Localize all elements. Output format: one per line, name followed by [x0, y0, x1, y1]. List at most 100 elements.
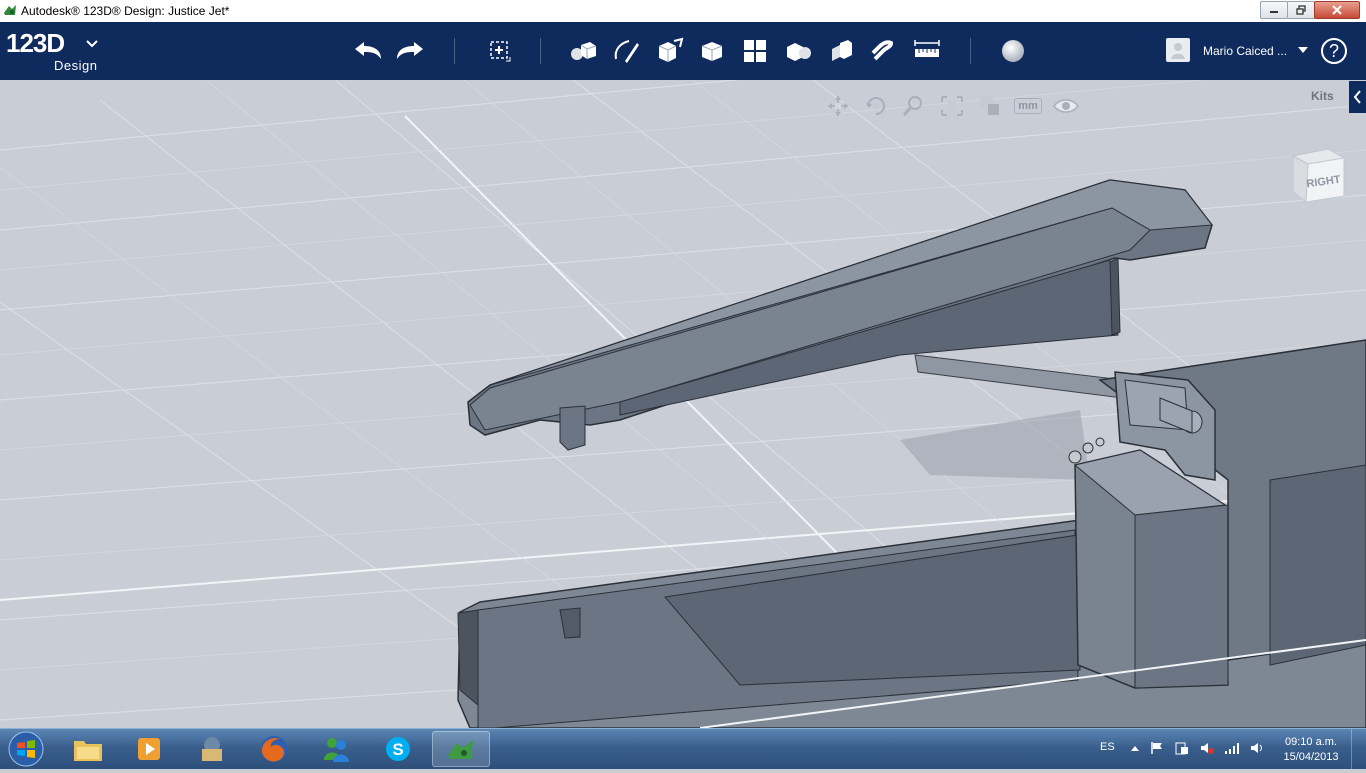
transform-tool[interactable]	[480, 32, 518, 70]
windows-logo-icon	[8, 731, 44, 767]
start-button[interactable]	[6, 730, 46, 768]
logo-subtitle: Design	[54, 58, 98, 73]
restore-icon	[1296, 5, 1306, 15]
window-title: Autodesk® 123D® Design: Justice Jet*	[21, 4, 230, 18]
redo-button[interactable]	[391, 32, 429, 70]
logo-text: 123D	[6, 28, 65, 58]
show-hidden-icons-icon[interactable]	[1130, 741, 1140, 755]
main-toolbar: 123D Design Mario Caiced ... ?	[0, 22, 1366, 80]
visual-style-icon	[980, 96, 999, 115]
clock-date: 15/04/2013	[1283, 751, 1339, 763]
device-icon[interactable]	[1174, 741, 1190, 755]
taskbar-messenger[interactable]	[307, 731, 365, 767]
kits-label[interactable]: Kits	[1311, 89, 1334, 103]
skype-icon: S	[386, 737, 410, 761]
sketch-tool[interactable]	[607, 32, 645, 70]
primitives-icon	[571, 42, 597, 60]
pan-icon	[828, 96, 848, 116]
speaker-icon[interactable]	[1249, 741, 1265, 755]
taskbar-media-player[interactable]	[121, 731, 179, 767]
messenger-icon	[324, 738, 349, 762]
system-clock[interactable]: 09:10 a.m. 15/04/2013	[1276, 735, 1346, 765]
taskbar-skype[interactable]: S	[369, 731, 427, 767]
close-icon	[1332, 5, 1342, 15]
pan-button[interactable]	[822, 92, 854, 120]
user-icon	[1171, 43, 1185, 59]
minimize-button[interactable]	[1260, 1, 1288, 19]
view-cube[interactable]: RIGHT	[1288, 146, 1346, 204]
firefox-icon	[261, 736, 287, 762]
transform-icon	[490, 41, 511, 62]
visual-style-button[interactable]	[974, 92, 1006, 120]
zoom-button[interactable]	[898, 92, 930, 120]
combine-tool[interactable]	[822, 32, 860, 70]
material-sphere-icon	[1002, 40, 1024, 62]
taskbar-firefox[interactable]	[245, 731, 303, 767]
fit-button[interactable]	[936, 92, 968, 120]
app-menu-logo[interactable]: 123D Design	[6, 28, 98, 73]
media-player-icon	[138, 738, 160, 760]
construct-icon	[658, 37, 684, 62]
kits-panel-toggle[interactable]	[1349, 81, 1366, 113]
navigation-bar: mm	[822, 92, 1082, 120]
workplane-grid	[0, 80, 1366, 728]
restore-button[interactable]	[1287, 1, 1315, 19]
network-signal-icon[interactable]	[1224, 741, 1240, 755]
close-window-button[interactable]	[1314, 1, 1360, 19]
123d-design-icon	[448, 740, 473, 759]
construct-tool[interactable]	[650, 32, 688, 70]
group-tool[interactable]	[779, 32, 817, 70]
action-center-flag-icon[interactable]	[1149, 741, 1165, 755]
visibility-button[interactable]	[1050, 92, 1082, 120]
title-bar: Autodesk® 123D® Design: Justice Jet*	[0, 0, 1366, 23]
windows-taskbar: S ES 09:10 a.m. 15/04/2013	[0, 728, 1366, 769]
pattern-tool[interactable]	[736, 32, 774, 70]
group-icon	[787, 43, 811, 61]
chevron-down-icon[interactable]	[1298, 47, 1308, 53]
units-label: mm	[1014, 98, 1042, 114]
view-cube-graphic: RIGHT	[1291, 148, 1346, 203]
units-button[interactable]: mm	[1012, 92, 1044, 120]
redo-icon	[397, 42, 423, 59]
undo-button[interactable]	[349, 32, 387, 70]
orbit-icon	[866, 97, 885, 115]
taskbar-explorer[interactable]	[59, 731, 117, 767]
svg-text:S: S	[392, 740, 403, 759]
modify-tool[interactable]	[693, 32, 731, 70]
fit-icon	[941, 96, 963, 116]
toolbar-separator	[454, 38, 455, 64]
show-desktop-button[interactable]	[1351, 729, 1366, 769]
taskbar-app[interactable]	[183, 731, 241, 767]
material-tool[interactable]	[994, 32, 1032, 70]
magnet-icon	[871, 40, 894, 61]
pattern-icon	[744, 40, 766, 62]
clock-time: 09:10 a.m.	[1285, 736, 1337, 748]
volume-warning-icon[interactable]	[1199, 741, 1215, 755]
input-language[interactable]: ES	[1100, 741, 1115, 753]
system-tray	[1130, 741, 1265, 755]
toolbar-separator	[970, 38, 971, 64]
modify-icon	[701, 42, 723, 61]
help-button[interactable]: ?	[1321, 38, 1347, 64]
minimize-icon	[1270, 11, 1278, 13]
combine-icon	[832, 40, 852, 61]
eye-icon	[1053, 99, 1079, 113]
toolbar-separator	[540, 38, 541, 64]
chevron-left-icon	[1353, 90, 1361, 104]
sketch-icon	[614, 40, 639, 63]
user-name[interactable]: Mario Caiced ...	[1203, 44, 1287, 58]
user-avatar[interactable]	[1166, 38, 1190, 62]
zoom-icon	[902, 96, 922, 116]
snap-tool[interactable]	[865, 32, 903, 70]
orbit-button[interactable]	[860, 92, 892, 120]
app-launcher-icon	[202, 737, 222, 761]
ruler-icon	[914, 40, 940, 57]
undo-icon	[355, 42, 381, 59]
folder-icon	[74, 741, 102, 761]
taskbar-123d-design[interactable]	[432, 731, 490, 767]
chevron-down-icon	[86, 40, 98, 48]
3d-viewport[interactable]: mm Kits RIGHT	[0, 80, 1366, 728]
primitives-tool[interactable]	[564, 32, 602, 70]
app-icon	[4, 5, 16, 15]
measure-tool[interactable]	[908, 32, 946, 70]
